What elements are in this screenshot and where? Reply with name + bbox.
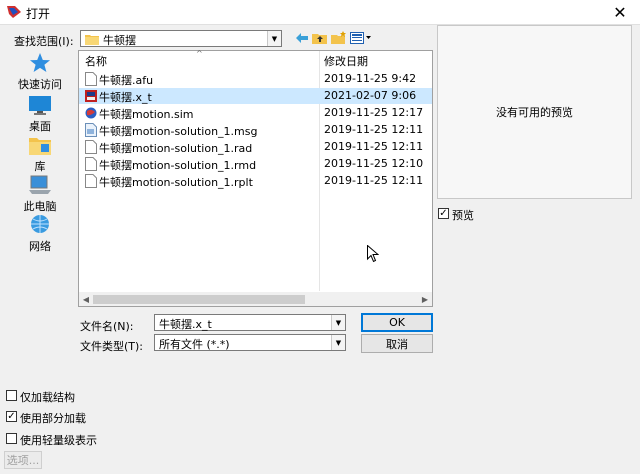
lookin-select[interactable]: 牛顿摆 ▼ xyxy=(80,30,282,47)
file-name: 牛顿摆motion-solution_1.rad xyxy=(99,142,253,155)
title-bar: 打开 ✕ xyxy=(0,0,640,25)
file-row[interactable]: 牛顿摆motion.sim 2019-11-25 12:17 xyxy=(79,105,432,121)
window-title: 打开 xyxy=(26,7,51,21)
file-name: 牛顿摆motion-solution_1.rmd xyxy=(99,159,257,172)
network-icon xyxy=(31,215,49,233)
scroll-thumb[interactable] xyxy=(93,295,305,304)
folder-icon xyxy=(85,35,99,45)
scroll-left-icon[interactable]: ◀ xyxy=(79,292,93,306)
file-date: 2019-11-25 9:42 xyxy=(324,72,417,85)
places-bar: 快速访问 桌面 库 此电脑 网络 xyxy=(10,50,70,260)
file-name: 牛顿摆.x_t xyxy=(99,91,152,104)
lookin-value: 牛顿摆 xyxy=(103,34,136,47)
option-label: 仅加载结构 xyxy=(20,391,75,404)
file-name: 牛顿摆motion-solution_1.msg xyxy=(99,125,258,138)
scroll-right-icon[interactable]: ▶ xyxy=(418,292,432,306)
up-folder-icon xyxy=(312,34,327,44)
place-this-pc[interactable]: 此电脑 xyxy=(10,172,70,214)
file-list[interactable]: 名称 ^ 修改日期 牛顿摆.afu 2019-11-25 9:42 牛顿摆.x_… xyxy=(78,49,433,307)
checkmark-icon: ✓ xyxy=(439,208,448,219)
back-button[interactable] xyxy=(293,30,311,46)
part-icon xyxy=(85,90,97,102)
library-icon xyxy=(29,138,51,155)
close-icon: ✕ xyxy=(613,2,627,22)
options-button-label: 选项... xyxy=(6,454,40,467)
preview-checkbox-label: 预览 xyxy=(452,209,474,222)
view-menu-icon xyxy=(350,32,371,44)
file-date: 2019-11-25 12:10 xyxy=(324,157,424,170)
file-date: 2021-02-07 9:06 xyxy=(324,89,417,102)
star-icon xyxy=(30,53,50,72)
file-date: 2019-11-25 12:11 xyxy=(324,123,424,136)
place-library[interactable]: 库 xyxy=(10,132,70,174)
file-row[interactable]: 牛顿摆motion-solution_1.rplt 2019-11-25 12:… xyxy=(79,173,432,189)
checkmark-icon: ✓ xyxy=(7,411,16,422)
file-icon xyxy=(85,140,97,154)
preview-checkbox[interactable]: ✓ xyxy=(438,208,449,219)
horizontal-scrollbar[interactable]: ◀ ▶ xyxy=(79,292,432,306)
sort-ascending-icon: ^ xyxy=(196,49,203,58)
place-quick-access[interactable]: 快速访问 xyxy=(10,50,70,92)
option-label: 使用轻量级表示 xyxy=(20,434,97,447)
desktop-icon xyxy=(29,96,51,115)
sim-icon xyxy=(85,107,97,119)
place-label: 快速访问 xyxy=(18,78,62,91)
filename-label: 文件名(N): xyxy=(80,320,134,333)
place-label: 网络 xyxy=(29,240,51,253)
file-icon xyxy=(85,72,97,86)
file-name: 牛顿摆.afu xyxy=(99,74,154,87)
mouse-cursor-icon xyxy=(367,245,379,263)
new-folder-icon xyxy=(331,31,346,44)
close-button[interactable]: ✕ xyxy=(600,0,640,24)
filename-input[interactable]: 牛顿摆.x_t ▼ xyxy=(154,314,346,331)
file-icon xyxy=(85,157,97,171)
file-row[interactable]: 牛顿摆motion-solution_1.rmd 2019-11-25 12:1… xyxy=(79,156,432,172)
file-row[interactable]: 牛顿摆.afu 2019-11-25 9:42 xyxy=(79,71,432,87)
lookin-label: 查找范围(I): xyxy=(14,35,74,48)
filename-value: 牛顿摆.x_t xyxy=(159,318,212,331)
back-arrow-icon xyxy=(296,33,308,43)
partial-structure-checkbox[interactable] xyxy=(6,390,17,401)
file-name: 牛顿摆motion.sim xyxy=(99,108,194,121)
chevron-down-icon: ▼ xyxy=(331,335,345,350)
file-icon xyxy=(85,174,97,188)
cancel-button[interactable]: 取消 xyxy=(361,334,433,353)
filetype-select[interactable]: 所有文件 (*.*) ▼ xyxy=(154,334,346,351)
filetype-value: 所有文件 (*.*) xyxy=(159,338,230,351)
file-date: 2019-11-25 12:11 xyxy=(324,140,424,153)
msg-icon xyxy=(85,123,97,137)
lightweight-checkbox[interactable] xyxy=(6,433,17,444)
file-date: 2019-11-25 12:17 xyxy=(324,106,424,119)
cancel-button-label: 取消 xyxy=(386,337,408,351)
chevron-down-icon: ▼ xyxy=(267,31,281,46)
option-label: 使用部分加载 xyxy=(20,412,86,425)
file-name: 牛顿摆motion-solution_1.rplt xyxy=(99,176,253,189)
filetype-label: 文件类型(T): xyxy=(80,340,144,353)
new-folder-button[interactable] xyxy=(330,30,348,46)
column-header-date[interactable]: 修改日期 xyxy=(324,53,368,71)
partial-load-checkbox[interactable]: ✓ xyxy=(6,411,17,422)
computer-icon xyxy=(29,175,51,194)
ok-button-label: OK xyxy=(389,316,405,329)
column-header-name[interactable]: 名称 xyxy=(85,53,107,71)
file-row[interactable]: 牛顿摆motion-solution_1.msg 2019-11-25 12:1… xyxy=(79,122,432,138)
place-desktop[interactable]: 桌面 xyxy=(10,92,70,134)
file-row-selected[interactable]: 牛顿摆.x_t 2021-02-07 9:06 xyxy=(79,88,432,104)
file-row[interactable]: 牛顿摆motion-solution_1.rad 2019-11-25 12:1… xyxy=(79,139,432,155)
chevron-down-icon[interactable]: ▼ xyxy=(331,315,345,330)
file-date: 2019-11-25 12:11 xyxy=(324,174,424,187)
place-network[interactable]: 网络 xyxy=(10,212,70,254)
preview-message: 没有可用的预览 xyxy=(496,106,573,119)
view-menu-button[interactable] xyxy=(349,30,373,46)
up-folder-button[interactable] xyxy=(311,30,329,46)
app-logo-icon xyxy=(7,6,21,18)
options-button[interactable]: 选项... xyxy=(4,451,42,469)
preview-pane: 没有可用的预览 xyxy=(437,25,632,199)
ok-button[interactable]: OK xyxy=(361,313,433,332)
